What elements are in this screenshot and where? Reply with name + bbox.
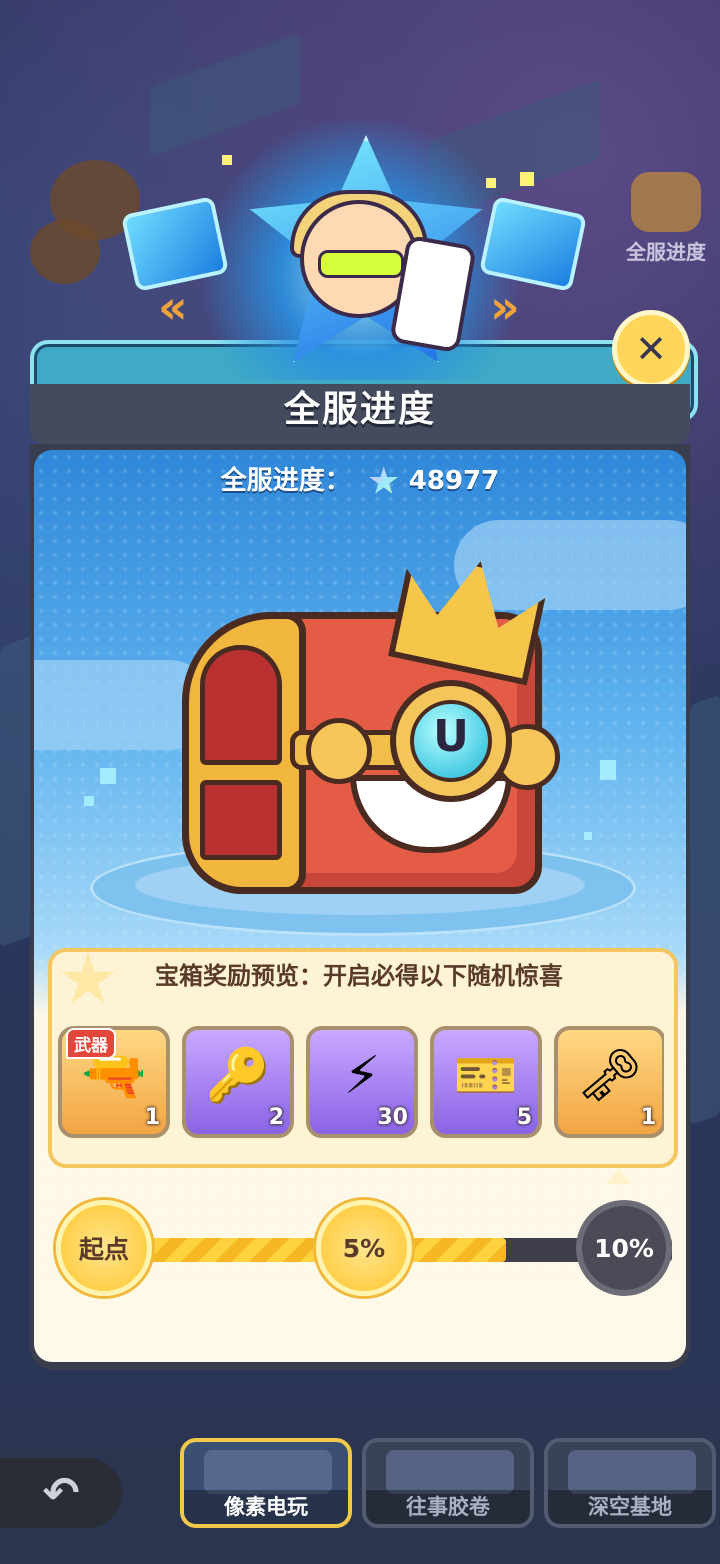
eye-icon: U bbox=[410, 700, 492, 782]
milestone-10-percent[interactable]: 10% bbox=[576, 1200, 672, 1296]
lightning-bolt-icon: ⚡ bbox=[343, 1046, 381, 1106]
background-coin bbox=[30, 220, 100, 284]
ticket-card-icon: 🎫 bbox=[453, 1046, 519, 1106]
side-entry-server-progress[interactable]: 全服进度 bbox=[626, 172, 706, 265]
pixel-sparkle bbox=[600, 760, 616, 780]
close-button[interactable]: ✕ bbox=[612, 310, 690, 388]
back-button[interactable]: ↶ bbox=[0, 1458, 122, 1528]
tab-thumbnail bbox=[386, 1450, 514, 1494]
tab-label: 深空基地 bbox=[548, 1490, 712, 1524]
pixel-sparkle bbox=[584, 832, 592, 840]
server-progress-label: 全服进度： bbox=[220, 466, 351, 496]
reward-item[interactable]: 🗝 1 bbox=[554, 1026, 664, 1138]
chevron-left-icon: « bbox=[158, 280, 187, 334]
chest-panel-bottom bbox=[200, 780, 282, 860]
chest-knob-left bbox=[306, 718, 372, 784]
pixel-sparkle bbox=[84, 796, 94, 806]
reward-item[interactable]: 🔑 2 bbox=[182, 1026, 294, 1138]
milestone-start[interactable]: 起点 bbox=[56, 1200, 152, 1296]
sparkle bbox=[486, 178, 496, 188]
tab-deep-space-base[interactable]: 深空基地 bbox=[544, 1438, 716, 1528]
milestone-5-percent[interactable]: 5% bbox=[316, 1200, 412, 1296]
hero-visor bbox=[318, 250, 404, 278]
tab-label: 像素电玩 bbox=[184, 1490, 348, 1524]
server-progress-readout: 全服进度： 48977 bbox=[0, 460, 720, 497]
side-entry-label: 全服进度 bbox=[626, 240, 706, 264]
reward-count: 5 bbox=[516, 1105, 532, 1130]
rainbow-star-bottle-icon bbox=[369, 466, 399, 494]
reward-item[interactable]: 🎫 5 bbox=[430, 1026, 542, 1138]
crown-chest-icon bbox=[631, 172, 701, 232]
milestone-label: 10% bbox=[594, 1233, 654, 1263]
tab-film-roll[interactable]: 往事胶卷 bbox=[362, 1438, 534, 1528]
pixel-sparkle bbox=[100, 768, 116, 784]
reward-item[interactable]: 🔫 武器 1 bbox=[58, 1026, 170, 1138]
server-progress-value: 48977 bbox=[408, 466, 500, 496]
panel-title: 全服进度 bbox=[283, 389, 436, 430]
milestone-label: 5% bbox=[342, 1233, 386, 1263]
star-moon-key-icon: 🗝 bbox=[576, 1046, 643, 1106]
reward-count: 30 bbox=[377, 1105, 408, 1130]
tab-thumbnail bbox=[568, 1450, 696, 1494]
purple-key-icon: 🔑 bbox=[205, 1046, 271, 1106]
sparkle bbox=[520, 172, 534, 186]
reward-count: 1 bbox=[144, 1105, 160, 1130]
progress-fill bbox=[120, 1238, 507, 1262]
reward-item[interactable]: ⚡ 30 bbox=[306, 1026, 418, 1138]
tab-pixel-arcade[interactable]: 像素电玩 bbox=[180, 1438, 352, 1528]
background-tile bbox=[690, 694, 720, 1126]
close-icon: ✕ bbox=[635, 327, 667, 371]
reward-count: 1 bbox=[640, 1105, 656, 1130]
back-arrow-icon: ↶ bbox=[42, 1467, 80, 1519]
chest-panel-top bbox=[200, 645, 282, 765]
reward-preview-header: 宝箱奖励预览：开启必得以下随机惊喜 bbox=[155, 962, 563, 990]
chevron-right-icon: » bbox=[490, 280, 519, 334]
milestone-label: 起点 bbox=[78, 1235, 129, 1264]
reward-count: 2 bbox=[268, 1105, 284, 1130]
reward-items-list[interactable]: 🔫 武器 1 🔑 2 ⚡ 30 🎫 5 🗝 1 bbox=[58, 1026, 664, 1146]
tab-label: 往事胶卷 bbox=[366, 1490, 530, 1524]
weapon-tag: 武器 bbox=[66, 1028, 116, 1059]
tab-thumbnail bbox=[204, 1450, 332, 1494]
sparkle bbox=[222, 155, 232, 165]
chest-eye: U bbox=[390, 680, 512, 802]
